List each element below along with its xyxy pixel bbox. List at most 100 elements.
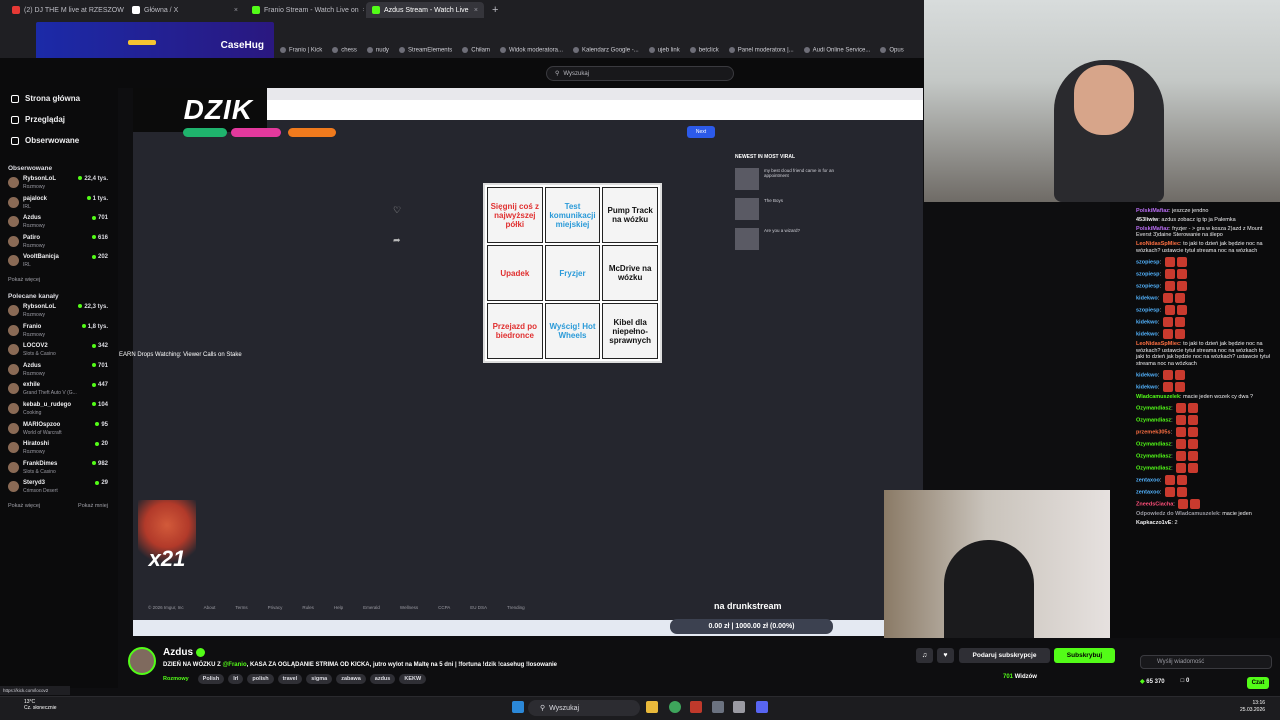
bookmark-item[interactable]: Chiłam	[462, 47, 490, 53]
close-icon[interactable]: ×	[234, 7, 238, 14]
browser-tab[interactable]: Franio Stream - Watch Live on ×	[246, 2, 364, 18]
chat-username[interactable]: kidekwo	[1136, 319, 1158, 325]
title-mention[interactable]: @Franio	[222, 662, 246, 668]
chat-username[interactable]: Ozymandiasz	[1136, 417, 1171, 423]
search-input[interactable]: ⚲ Wyszukaj	[546, 66, 734, 81]
channel-item[interactable]: FrankDimes Slots & Casino 982	[0, 460, 118, 480]
chat-username[interactable]: Ozymandiasz	[1136, 441, 1171, 447]
chat-username[interactable]: kidekwo	[1136, 384, 1158, 390]
bookmark-item[interactable]: Franio | Kick	[280, 47, 322, 53]
browser-tab[interactable]: Azdus Stream - Watch Live ×	[366, 2, 484, 18]
channel-item[interactable]: kebab_u_rudego Cooking 104	[0, 401, 118, 421]
gift-subscriptions-button[interactable]: Podaruj subskrypcje	[959, 648, 1050, 663]
stream-tag[interactable]: sigma	[306, 674, 333, 684]
chat-username[interactable]: ZneedsCiacha	[1136, 501, 1173, 507]
chat-send-button[interactable]: Czat	[1247, 677, 1269, 689]
chat-username[interactable]: przemek305s	[1136, 429, 1171, 435]
taskbar-search[interactable]: ⚲ Wyszukaj	[528, 700, 640, 716]
chat-username[interactable]: zentaxoo	[1136, 477, 1160, 483]
chat-username[interactable]: Ozymandiasz	[1136, 453, 1171, 459]
stream-tag[interactable]: polish	[247, 674, 274, 684]
heart-follow-icon[interactable]: ♥	[937, 648, 954, 663]
bookmark-item[interactable]: nudy	[367, 47, 389, 53]
weather-widget[interactable]: 13°C Cz. słonecznie	[24, 699, 57, 711]
bookmark-item[interactable]: Audi Online Service...	[804, 47, 871, 53]
stream-tag[interactable]: travel	[277, 674, 303, 684]
chat-username[interactable]: szopiesp	[1136, 271, 1160, 277]
bell-icon[interactable]: ♫	[916, 648, 933, 663]
channel-item[interactable]: pajalock IRL 1 tys.	[0, 195, 118, 215]
category-link[interactable]: Rozmowy	[163, 674, 194, 684]
streamer-name[interactable]: Azdus	[163, 647, 193, 658]
chrome-icon[interactable]	[669, 701, 681, 713]
sidebar-nav-item[interactable]: Przeglądaj	[0, 109, 118, 130]
bookmark-item[interactable]: ujeb link	[649, 47, 680, 53]
show-less-label[interactable]: Pokaż mniej	[78, 499, 108, 513]
bookmark-item[interactable]: Opus	[880, 47, 903, 53]
channel-item[interactable]: MARIOspzoo World of Warcraft 95	[0, 421, 118, 441]
settings-icon[interactable]	[712, 701, 724, 713]
channel-item[interactable]: Azdus Rozmowy 701	[0, 214, 118, 234]
chat-username[interactable]: szopiesp	[1136, 259, 1160, 265]
show-more-label[interactable]: Pokaż więcej	[8, 273, 40, 287]
browser-tab[interactable]: (2) DJ THE M live at RZESZOWS×	[6, 2, 124, 18]
chat-username[interactable]: PolskiMafiaz	[1136, 208, 1169, 214]
chat-username[interactable]: Ozymandiasz	[1136, 465, 1171, 471]
stream-tag[interactable]: KEKW	[399, 674, 427, 684]
channel-item[interactable]: LOCOV2 Slots & Casino 342	[0, 342, 118, 362]
new-tab-button[interactable]: +	[492, 4, 498, 16]
channel-item[interactable]: VooltBanicja IRL 202	[0, 253, 118, 273]
bookmark-item[interactable]: Kalendarz Google -...	[573, 47, 639, 53]
chat-username[interactable]: 453liwiw	[1136, 217, 1158, 223]
channel-category: World of Warcraft	[23, 429, 62, 436]
chat-username[interactable]: LeoNidasSpMiec	[1136, 241, 1180, 247]
chat-username[interactable]: Kapkaczo1vE	[1136, 520, 1171, 526]
stream-tag[interactable]: Polish	[197, 674, 225, 684]
chat-username[interactable]: kidekwo	[1136, 295, 1158, 301]
chat-username[interactable]: zentaxoo	[1136, 489, 1160, 495]
channel-item[interactable]: RybsonLoL Rozmowy 22,3 tys.	[0, 303, 118, 323]
file-explorer-icon[interactable]	[646, 701, 658, 713]
channel-item[interactable]: exhile Grand Theft Auto V (G... 447	[0, 381, 118, 401]
app-icon[interactable]	[733, 701, 745, 713]
discord-icon[interactable]	[756, 701, 768, 713]
stream-tag[interactable]: azdus	[369, 674, 396, 684]
chat-username[interactable]: Ozymandiasz	[1136, 405, 1171, 411]
chat-username[interactable]: LeoNidasSpMiec	[1136, 341, 1180, 347]
streamer-avatar[interactable]	[128, 647, 156, 675]
chat-username[interactable]: szopiesp	[1136, 307, 1160, 313]
subscribe-button[interactable]: Subskrybuj	[1054, 648, 1115, 663]
bookmark-item[interactable]: betclick	[690, 47, 719, 53]
chat-username[interactable]: PolskiMafiaz	[1136, 226, 1169, 232]
channel-item[interactable]: RybsonLoL Rozmowy 22,4 tys.	[0, 175, 118, 195]
chat-input[interactable]: Wyślij wiadomość	[1140, 655, 1272, 669]
chat-username[interactable]: szopiesp	[1136, 283, 1160, 289]
channel-item[interactable]: Steryd3 Crimson Desert 29	[0, 479, 118, 499]
chat-username[interactable]: kidekwo	[1136, 331, 1158, 337]
channel-item[interactable]: Franio Rozmowy 1,8 tys.	[0, 323, 118, 343]
system-clock[interactable]: 13:16 25.03.2026	[1240, 700, 1265, 714]
count-counter[interactable]: □ 0	[1181, 678, 1190, 685]
bookmark-item[interactable]: chess	[332, 47, 357, 53]
bookmark-item[interactable]: StreamElements	[399, 47, 452, 53]
close-icon[interactable]: ×	[363, 7, 364, 14]
channel-item[interactable]: Azdus Rozmowy 701	[0, 362, 118, 382]
chat-username[interactable]: Wladcamuszelek	[1136, 394, 1180, 400]
bookmark-item[interactable]: Widok moderatora...	[500, 47, 563, 53]
sidebar-nav-item[interactable]: Obserwowane	[0, 130, 118, 151]
browser-tab[interactable]: Główna / X ×	[126, 2, 244, 18]
channel-item[interactable]: Hiratoshi Rozmowy 20	[0, 440, 118, 460]
points-counter[interactable]: ◆ 65 370	[1140, 678, 1165, 685]
channel-item[interactable]: Patiro Rozmowy 616	[0, 234, 118, 254]
chat-username[interactable]: kidekwo	[1136, 372, 1158, 378]
sidebar-nav-item[interactable]: Strona główna	[0, 88, 118, 109]
stream-tag[interactable]: Irl	[228, 674, 244, 684]
show-more-label-2[interactable]: Pokaż więcej	[8, 499, 40, 513]
close-icon[interactable]: ×	[474, 7, 478, 14]
bookmark-item[interactable]: Panel moderatora |...	[729, 47, 794, 53]
stream-tag[interactable]: zabawa	[336, 674, 366, 684]
chat-username[interactable]: Odpowiedz do Wladcamuszelek	[1136, 511, 1219, 517]
obs-icon[interactable]	[690, 701, 702, 713]
windows-start-icon[interactable]	[512, 701, 524, 713]
show-more-followed[interactable]: Pokaż więcej	[0, 273, 118, 287]
